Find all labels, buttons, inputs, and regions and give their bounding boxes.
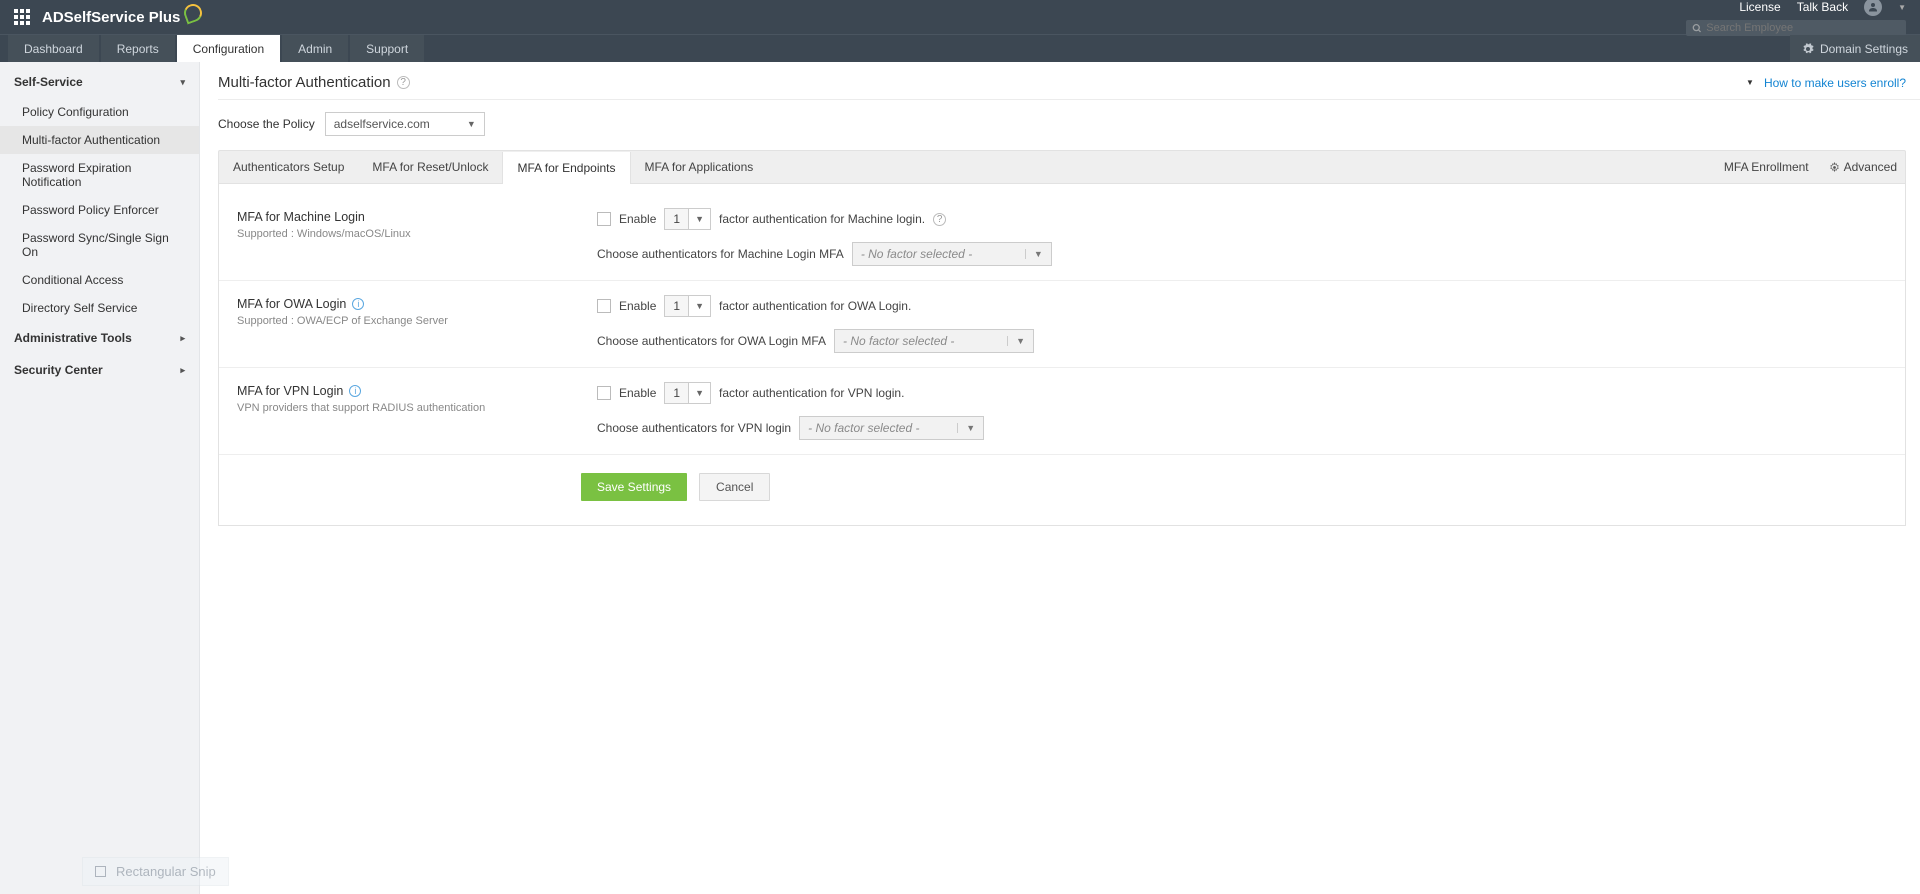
choose-auth-vpn-label: Choose authenticators for VPN login (597, 421, 791, 435)
gear-icon (1829, 162, 1840, 173)
apps-grid-icon[interactable] (14, 9, 30, 25)
enable-label: Enable (619, 212, 656, 226)
choose-policy-label: Choose the Policy (218, 117, 315, 131)
authenticators-machine-select[interactable]: - No factor selected -▼ (852, 242, 1052, 266)
sidebar-item-policy-config[interactable]: Policy Configuration (0, 98, 199, 126)
snipping-tool-overlay: Rectangular Snip (82, 857, 229, 886)
search-input-wrap[interactable] (1686, 20, 1906, 36)
chevron-down-icon: ▼ (467, 119, 476, 129)
page-title: Multi-factor Authentication (218, 74, 391, 91)
factor-suffix-vpn: factor authentication for VPN login. (719, 386, 904, 400)
tab-authenticators-setup[interactable]: Authenticators Setup (219, 151, 358, 183)
enable-vpn-checkbox[interactable] (597, 386, 611, 400)
info-icon[interactable]: i (349, 385, 361, 397)
brand-swoosh-icon (182, 1, 205, 24)
chevron-down-icon: ▼ (957, 423, 975, 433)
sidebar-item-password-expiration[interactable]: Password Expiration Notification (0, 154, 199, 196)
chevron-right-icon: ▸ (180, 333, 185, 344)
sidebar-item-directory-self-service[interactable]: Directory Self Service (0, 294, 199, 322)
sidebar-section-security-center[interactable]: Security Center▸ (0, 354, 199, 386)
brand-logo: ADSelfService Plus (42, 8, 202, 26)
nav-admin[interactable]: Admin (282, 35, 348, 62)
policy-select[interactable]: adselfservice.com▼ (325, 112, 485, 136)
authenticators-owa-select[interactable]: - No factor selected -▼ (834, 329, 1034, 353)
license-link[interactable]: License (1739, 0, 1780, 14)
avatar-icon[interactable] (1864, 0, 1882, 16)
nav-configuration[interactable]: Configuration (177, 35, 280, 62)
sidebar-section-self-service[interactable]: Self-Service▾ (0, 66, 199, 98)
tab-endpoints[interactable]: MFA for Endpoints (502, 152, 630, 184)
help-icon[interactable]: ? (397, 76, 410, 89)
sidebar-item-password-sync[interactable]: Password Sync/Single Sign On (0, 224, 199, 266)
chevron-down-icon: ▼ (1007, 336, 1025, 346)
section-title-owa: MFA for OWA Login (237, 297, 346, 311)
section-machine-login: MFA for Machine Login Supported : Window… (219, 194, 1905, 281)
nav-support[interactable]: Support (350, 35, 424, 62)
enable-machine-checkbox[interactable] (597, 212, 611, 226)
tab-applications[interactable]: MFA for Applications (631, 151, 768, 183)
section-owa-login: MFA for OWA Login i Supported : OWA/ECP … (219, 281, 1905, 368)
chevron-down-icon: ▼ (689, 298, 710, 314)
chevron-down-icon: ▼ (689, 211, 710, 227)
tab-enrollment[interactable]: MFA Enrollment (1724, 160, 1809, 174)
rectangle-icon (95, 866, 106, 877)
info-icon[interactable]: i (352, 298, 364, 310)
factor-suffix-machine: factor authentication for Machine login. (719, 212, 925, 226)
choose-auth-machine-label: Choose authenticators for Machine Login … (597, 247, 844, 261)
section-sub-owa: Supported : OWA/ECP of Exchange Server (237, 315, 567, 327)
section-vpn-login: MFA for VPN Login i VPN providers that s… (219, 368, 1905, 455)
factor-count-owa[interactable]: 1▼ (664, 295, 711, 317)
cancel-button[interactable]: Cancel (699, 473, 770, 501)
help-icon[interactable]: ? (933, 213, 946, 226)
talkback-link[interactable]: Talk Back (1797, 0, 1848, 14)
tab-advanced[interactable]: Advanced (1829, 160, 1897, 174)
factor-suffix-owa: factor authentication for OWA Login. (719, 299, 911, 313)
sidebar: Self-Service▾ Policy Configuration Multi… (0, 62, 200, 894)
save-button[interactable]: Save Settings (581, 473, 687, 501)
nav-reports[interactable]: Reports (101, 35, 175, 62)
avatar-dropdown-icon[interactable]: ▼ (1898, 3, 1906, 12)
section-sub-machine: Supported : Windows/macOS/Linux (237, 228, 567, 240)
tab-reset-unlock[interactable]: MFA for Reset/Unlock (358, 151, 502, 183)
nav-bar: Dashboard Reports Configuration Admin Su… (0, 34, 1920, 62)
top-bar: ADSelfService Plus License Talk Back ▼ (0, 0, 1920, 34)
nav-dashboard[interactable]: Dashboard (8, 35, 99, 62)
enable-owa-checkbox[interactable] (597, 299, 611, 313)
chevron-down-icon: ▼ (1746, 78, 1754, 87)
section-title-machine: MFA for Machine Login (237, 210, 567, 224)
sidebar-item-password-policy[interactable]: Password Policy Enforcer (0, 196, 199, 224)
sidebar-item-mfa[interactable]: Multi-factor Authentication (0, 126, 199, 154)
enable-label: Enable (619, 299, 656, 313)
factor-count-machine[interactable]: 1▼ (664, 208, 711, 230)
gear-icon (1802, 43, 1814, 55)
domain-settings-button[interactable]: Domain Settings (1790, 35, 1920, 62)
choose-auth-owa-label: Choose authenticators for OWA Login MFA (597, 334, 826, 348)
inner-tabbar: Authenticators Setup MFA for Reset/Unloc… (218, 150, 1906, 184)
factor-count-vpn[interactable]: 1▼ (664, 382, 711, 404)
sidebar-section-admin-tools[interactable]: Administrative Tools▸ (0, 322, 199, 354)
chevron-down-icon: ▼ (1025, 249, 1043, 259)
chevron-down-icon: ▾ (180, 77, 185, 88)
section-title-vpn: MFA for VPN Login (237, 384, 343, 398)
enable-label: Enable (619, 386, 656, 400)
authenticators-vpn-select[interactable]: - No factor selected -▼ (799, 416, 984, 440)
enroll-help-link[interactable]: How to make users enroll? (1764, 76, 1906, 90)
sidebar-item-conditional-access[interactable]: Conditional Access (0, 266, 199, 294)
main-content: Multi-factor Authentication ? ▼ How to m… (200, 62, 1920, 894)
chevron-right-icon: ▸ (180, 365, 185, 376)
search-icon (1692, 23, 1702, 34)
chevron-down-icon: ▼ (689, 385, 710, 401)
section-sub-vpn: VPN providers that support RADIUS authen… (237, 402, 567, 414)
search-input[interactable] (1706, 22, 1900, 34)
